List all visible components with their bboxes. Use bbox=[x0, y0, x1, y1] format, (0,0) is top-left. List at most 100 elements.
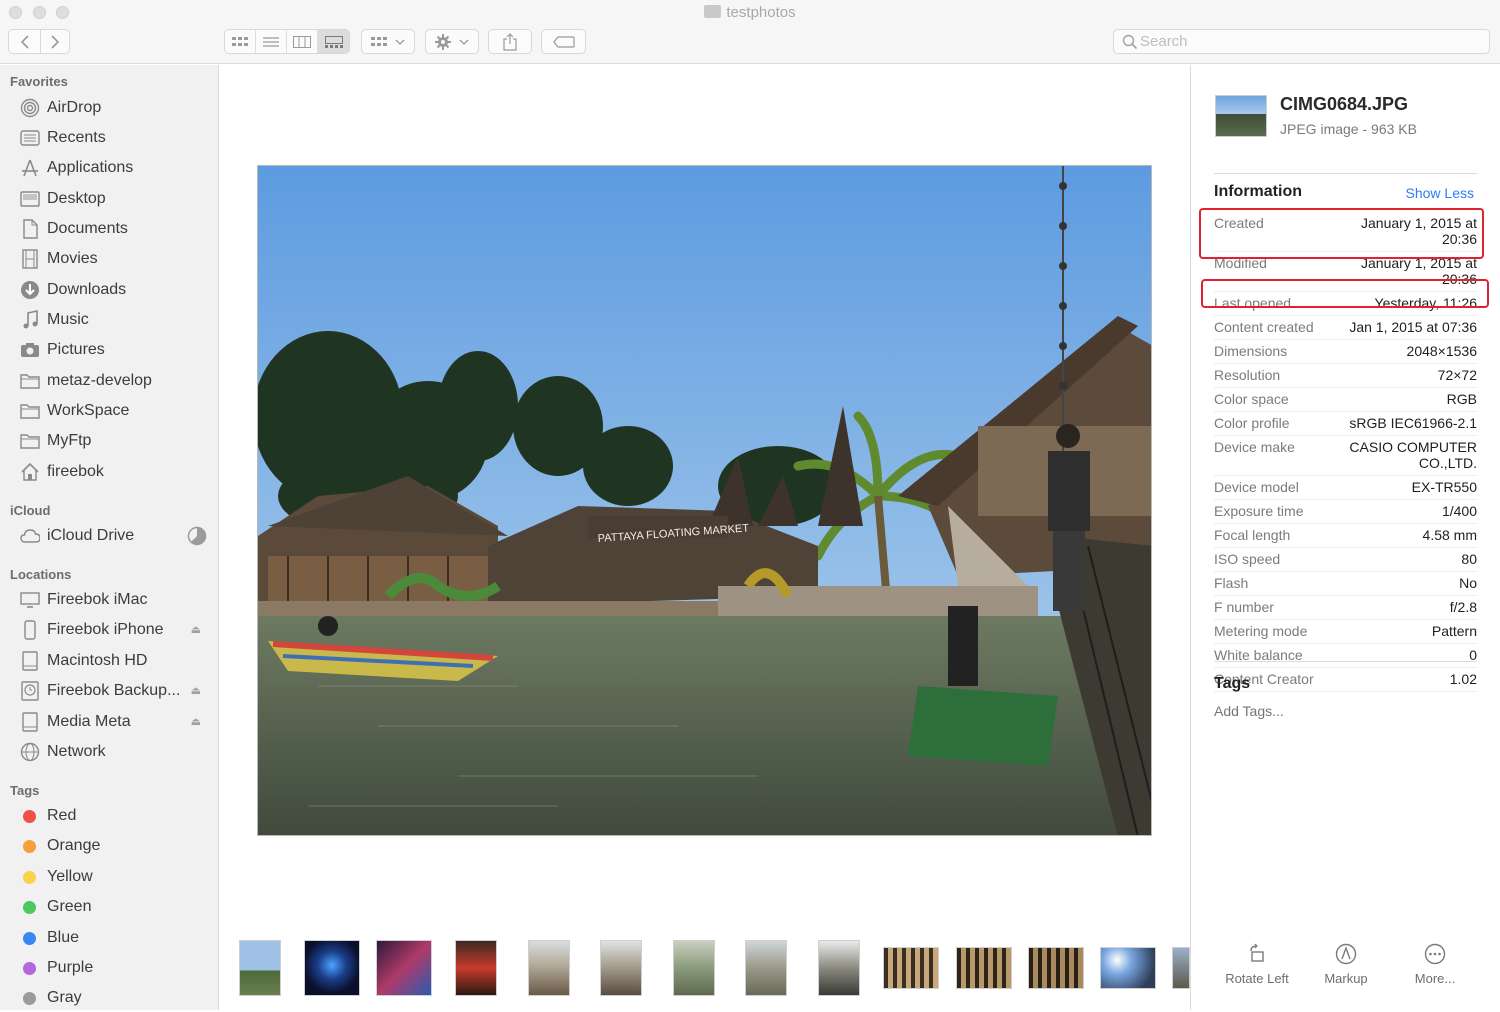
share-icon bbox=[503, 32, 517, 51]
sidebar-tag-yellow[interactable]: Yellow bbox=[20, 863, 210, 891]
sidebar-item-downloads[interactable]: Downloads bbox=[20, 276, 210, 304]
more-button[interactable]: More... bbox=[1390, 943, 1480, 986]
sidebar-item-music[interactable]: Music bbox=[20, 306, 210, 334]
metadata-key: ISO speed bbox=[1214, 551, 1281, 567]
desktop-icon bbox=[20, 191, 40, 207]
eject-icon[interactable]: ⏏ bbox=[191, 684, 201, 697]
thumbnail[interactable] bbox=[528, 940, 570, 996]
list-icon bbox=[263, 36, 279, 47]
thumbnail[interactable] bbox=[1100, 947, 1156, 989]
thumbnail[interactable] bbox=[376, 940, 432, 996]
search-input[interactable] bbox=[1140, 33, 1480, 50]
search-field[interactable] bbox=[1113, 29, 1490, 54]
thumbnail[interactable] bbox=[1028, 947, 1084, 989]
sidebar-item-label: Applications bbox=[47, 159, 134, 176]
sidebar-item-media-meta[interactable]: Media Meta ⏏ bbox=[20, 708, 210, 736]
thumbnail[interactable] bbox=[1172, 947, 1190, 989]
sidebar-item-fireebok-iphone[interactable]: Fireebok iPhone ⏏ bbox=[20, 616, 210, 644]
add-tags-input[interactable] bbox=[1214, 703, 1474, 719]
more-label: More... bbox=[1414, 971, 1456, 986]
thumbnail[interactable] bbox=[455, 940, 497, 996]
tag-icon bbox=[552, 35, 575, 48]
show-less-link[interactable]: Show Less bbox=[1406, 185, 1474, 201]
sidebar-item-label: iCloud Drive bbox=[47, 527, 135, 544]
tag-color-dot bbox=[23, 931, 36, 945]
thumbnail[interactable] bbox=[239, 940, 281, 996]
thumbnail[interactable] bbox=[673, 940, 715, 996]
sidebar-item-macintosh-hd[interactable]: Macintosh HD bbox=[20, 647, 210, 675]
action-button[interactable] bbox=[425, 29, 479, 54]
thumbnail[interactable] bbox=[600, 940, 642, 996]
sidebar-item-pictures[interactable]: Pictures bbox=[20, 336, 210, 364]
sidebar-item-label: Recents bbox=[47, 129, 106, 146]
sidebar-item-movies[interactable]: Movies bbox=[20, 245, 210, 273]
sidebar-tag-green[interactable]: Green bbox=[20, 893, 210, 921]
thumbnail[interactable] bbox=[956, 947, 1012, 989]
metadata-value: 2048×1536 bbox=[1406, 343, 1477, 359]
metadata-row-metering-mode: Metering mode Pattern bbox=[1214, 620, 1477, 644]
metadata-value: 80 bbox=[1461, 551, 1477, 567]
metadata-value: No bbox=[1459, 575, 1477, 591]
sidebar-item-documents[interactable]: Documents bbox=[20, 215, 210, 243]
sidebar-item-fireebok[interactable]: fireebok bbox=[20, 458, 210, 486]
thumbnail[interactable] bbox=[745, 940, 787, 996]
group-button[interactable] bbox=[361, 29, 415, 54]
share-button[interactable] bbox=[488, 29, 532, 54]
icon-view-button[interactable] bbox=[225, 30, 256, 53]
iphone-icon bbox=[24, 620, 36, 640]
sidebar-item-label: Music bbox=[47, 311, 89, 328]
metadata-row-f-number: F number f/2.8 bbox=[1214, 596, 1477, 620]
tag-color-dot bbox=[23, 839, 36, 853]
metadata-row-device-model: Device model EX-TR550 bbox=[1214, 476, 1477, 500]
sidebar-tag-orange[interactable]: Orange bbox=[20, 832, 210, 860]
sidebar-item-label: Desktop bbox=[47, 190, 106, 207]
thumbnail-strip bbox=[220, 940, 1190, 1000]
photo-preview[interactable]: PATTAYA FLOATING MARKET bbox=[257, 165, 1152, 836]
eject-icon[interactable]: ⏏ bbox=[191, 623, 201, 636]
sidebar-item-recents[interactable]: Recents bbox=[20, 124, 210, 152]
sidebar-item-fireebok-imac[interactable]: Fireebok iMac bbox=[20, 586, 210, 614]
tag-button[interactable] bbox=[541, 29, 586, 54]
sidebar-tag-gray[interactable]: Gray bbox=[20, 984, 210, 1012]
sidebar-item-applications[interactable]: Applications bbox=[20, 154, 210, 182]
rotate-left-button[interactable]: Rotate Left bbox=[1212, 943, 1302, 986]
sidebar-item-label: AirDrop bbox=[47, 99, 102, 116]
eject-icon[interactable]: ⏏ bbox=[191, 715, 201, 728]
folder-icon bbox=[20, 404, 40, 419]
metadata-row-resolution: Resolution 72×72 bbox=[1214, 364, 1477, 388]
sidebar-item-label: Fireebok iMac bbox=[47, 591, 148, 608]
sidebar-tag-blue[interactable]: Blue bbox=[20, 924, 210, 952]
sidebar-item-desktop[interactable]: Desktop bbox=[20, 185, 210, 213]
sidebar-item-myftp[interactable]: MyFtp bbox=[20, 427, 210, 455]
sidebar-item-workspace[interactable]: WorkSpace bbox=[20, 397, 210, 425]
sidebar-item-label: Pictures bbox=[47, 341, 105, 358]
gallery-view-button[interactable] bbox=[318, 30, 349, 53]
sidebar-item-network[interactable]: Network bbox=[20, 738, 210, 766]
sidebar-item-airdrop[interactable]: AirDrop bbox=[20, 94, 210, 122]
sidebar-item-label: Documents bbox=[47, 220, 128, 237]
tag-color-dot bbox=[23, 961, 36, 975]
forward-button[interactable] bbox=[40, 29, 70, 54]
sidebar-item-icloud-drive[interactable]: iCloud Drive bbox=[20, 522, 210, 550]
sidebar-section-favorites: Favorites bbox=[10, 74, 68, 89]
sidebar-item-label: Movies bbox=[47, 250, 98, 267]
back-button[interactable] bbox=[8, 29, 41, 54]
tag-color-dot bbox=[23, 900, 36, 914]
sidebar-item-fireebok-backup[interactable]: Fireebok Backup... ⏏ bbox=[20, 677, 210, 705]
sidebar-tag-red[interactable]: Red bbox=[20, 802, 210, 830]
thumbnail[interactable] bbox=[883, 947, 939, 989]
metadata-row-white-balance: White balance 0 bbox=[1214, 644, 1477, 668]
timemachine-icon bbox=[21, 681, 39, 701]
folder-icon bbox=[704, 5, 722, 18]
markup-button[interactable]: Markup bbox=[1301, 943, 1391, 986]
column-view-button[interactable] bbox=[287, 30, 318, 53]
metadata-row-device-make: Device make CASIO COMPUTER CO.,LTD. bbox=[1214, 436, 1477, 476]
metadata-value: 4.58 mm bbox=[1422, 527, 1477, 543]
imac-icon bbox=[20, 592, 40, 608]
thumbnail[interactable] bbox=[304, 940, 360, 996]
thumbnail[interactable] bbox=[818, 940, 860, 996]
columns-icon bbox=[293, 35, 311, 48]
sidebar-tag-purple[interactable]: Purple bbox=[20, 954, 210, 982]
list-view-button[interactable] bbox=[256, 30, 287, 53]
sidebar-item-metaz-develop[interactable]: metaz-develop bbox=[20, 367, 210, 395]
